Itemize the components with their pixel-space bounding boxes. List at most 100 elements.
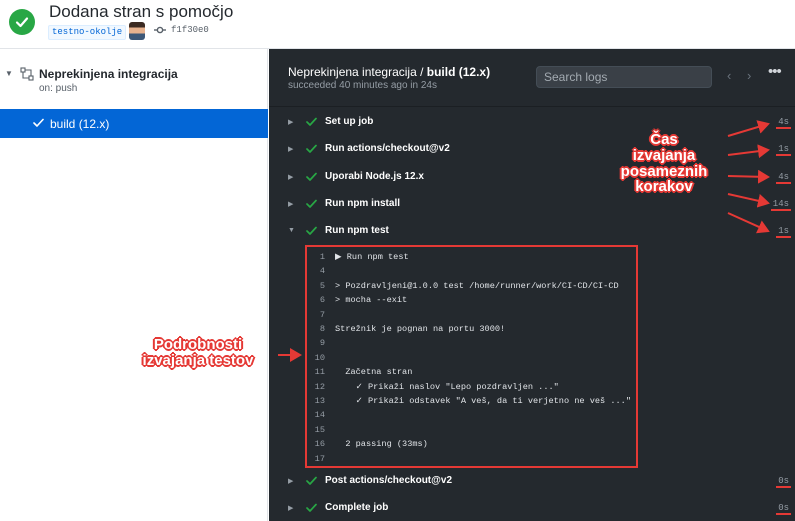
check-icon — [306, 503, 317, 512]
git-commit-icon — [154, 26, 166, 34]
annotation-line: korakov — [635, 178, 693, 196]
log-line: 13 ✓ Prikaži odstavek "A veš, da ti verj… — [307, 394, 636, 408]
job-log-panel: Neprekinjena integracija / build (12.x) … — [269, 49, 795, 521]
log-line: 16 2 passing (33ms) — [307, 437, 636, 451]
step-name: Uporabi Node.js 12.x — [325, 171, 424, 182]
commit-sha-link[interactable]: f1f30e0 — [171, 25, 209, 35]
step-name: Complete job — [325, 502, 389, 513]
log-text: Strežnik je pognan na portu 3000! — [335, 324, 506, 334]
search-logs-input[interactable] — [536, 66, 712, 88]
check-icon — [306, 226, 317, 235]
step-row[interactable]: ▼ Run npm test 1s — [269, 219, 795, 245]
line-number[interactable]: 12 — [307, 380, 325, 394]
annotation-line: izvajanja — [632, 146, 696, 164]
annotation-line: Podrobnosti — [153, 336, 243, 353]
check-icon — [306, 117, 317, 126]
log-line: 6 > mocha --exit — [307, 293, 636, 307]
log-line: 7 — [307, 308, 636, 322]
check-icon — [33, 118, 44, 127]
job-label: build (12.x) — [50, 117, 110, 131]
log-line: 17 — [307, 452, 636, 466]
chevron-down-icon[interactable]: ▼ — [5, 69, 13, 78]
line-number[interactable]: 16 — [307, 437, 325, 451]
chevron-left-icon[interactable]: ‹ — [727, 68, 731, 83]
step-duration: 0s — [776, 476, 791, 488]
step-name: Set up job — [325, 116, 374, 127]
log-line: 10 — [307, 351, 636, 365]
line-number[interactable]: 1 — [307, 250, 325, 264]
check-icon — [306, 476, 317, 485]
log-text: > Pozdravljeni@1.0.0 test /home/runner/w… — [335, 280, 619, 291]
log-line: 12 ✓ Prikaži naslov "Lepo pozdravljen ..… — [307, 380, 636, 394]
log-line: 4 — [307, 264, 636, 278]
step-name: Run npm install — [325, 198, 400, 209]
chevron-right-icon[interactable]: ▶ — [288, 145, 293, 153]
workflow-sidebar: ▼ Neprekinjena integracija on: push buil… — [0, 49, 268, 521]
line-number[interactable]: 14 — [307, 408, 325, 422]
chevron-right-icon[interactable]: ▶ — [288, 118, 293, 126]
workflow-trigger: on: push — [39, 83, 78, 94]
check-icon — [306, 144, 317, 153]
step-duration: 0s — [776, 503, 791, 515]
panel-header: Neprekinjena integracija / build (12.x) … — [269, 49, 795, 107]
run-title-prefix: Neprekinjena integracija / — [288, 65, 427, 79]
log-text: 2 passing (33ms) — [335, 439, 428, 450]
chevron-down-icon[interactable]: ▼ — [288, 227, 295, 234]
log-text: ✓ Prikaži naslov "Lepo pozdravljen ..." — [335, 381, 559, 392]
step-name: Run npm test — [325, 225, 389, 236]
sidebar-item-build-job[interactable]: build (12.x) — [0, 109, 268, 138]
avatar[interactable] — [129, 22, 145, 40]
run-title: Neprekinjena integracija / build (12.x) — [288, 65, 490, 79]
line-number[interactable]: 5 — [307, 279, 325, 293]
more-options-icon[interactable]: ••• — [768, 63, 782, 80]
log-text: ▶ Run npm test — [335, 252, 409, 262]
line-number[interactable]: 10 — [307, 351, 325, 365]
log-text: ✓ Prikaži odstavek "A veš, da ti verjetn… — [335, 396, 631, 406]
annotation-line: posameznih — [620, 162, 708, 180]
step-duration: 14s — [770, 199, 792, 211]
test-details-annotation: Podrobnosti izvajanja testov — [118, 337, 278, 369]
page-title: Dodana stran s pomočjo — [49, 2, 234, 21]
line-number[interactable]: 17 — [307, 452, 325, 466]
step-duration: 4s — [776, 172, 791, 184]
chevron-right-icon[interactable]: ▶ — [288, 173, 293, 181]
line-number[interactable]: 6 — [307, 293, 325, 307]
log-line: 15 — [307, 423, 636, 437]
run-header: Dodana stran s pomočjo testno-okolje f1f… — [0, 0, 795, 49]
step-name: Post actions/checkout@v2 — [325, 475, 453, 486]
log-line: 11 Začetna stran — [307, 365, 636, 379]
step-row[interactable]: ▶ Post actions/checkout@v2 0s — [269, 469, 795, 495]
line-number[interactable]: 13 — [307, 394, 325, 408]
environment-badge[interactable]: testno-okolje — [48, 25, 127, 40]
step-duration: 1s — [776, 144, 791, 156]
line-number[interactable]: 15 — [307, 423, 325, 437]
workflow-icon — [20, 67, 34, 81]
log-text: Začetna stran — [335, 367, 413, 378]
step-row[interactable]: ▶ Complete job 0s — [269, 496, 795, 521]
step-times-annotation: Čas izvajanja posameznih korakov — [606, 132, 722, 195]
line-number[interactable]: 4 — [307, 264, 325, 278]
log-line: 14 — [307, 408, 636, 422]
run-title-job: build (12.x) — [426, 65, 491, 79]
step-name: Run actions/checkout@v2 — [325, 143, 450, 154]
log-line: 9 — [307, 336, 636, 350]
line-number[interactable]: 8 — [307, 322, 325, 336]
line-number[interactable]: 7 — [307, 308, 325, 322]
line-number[interactable]: 11 — [307, 365, 325, 379]
check-circle-icon — [9, 9, 35, 35]
step-duration: 4s — [776, 117, 791, 129]
annotation-line: Čas — [650, 131, 678, 148]
line-number[interactable]: 9 — [307, 336, 325, 350]
step-row[interactable]: ▶ Run npm install 14s — [269, 192, 795, 218]
check-icon — [306, 199, 317, 208]
chevron-right-icon[interactable]: ▶ — [288, 504, 293, 512]
workflow-name[interactable]: Neprekinjena integracija — [39, 67, 178, 81]
log-text: > mocha --exit — [335, 295, 408, 306]
log-line: 1 ▶ Run npm test — [307, 250, 636, 264]
chevron-right-icon[interactable]: ▶ — [288, 477, 293, 485]
step-duration: 1s — [776, 226, 791, 238]
chevron-right-icon[interactable]: › — [747, 68, 751, 83]
log-line: 5 > Pozdravljeni@1.0.0 test /home/runner/… — [307, 279, 636, 293]
step-log-output: 1 ▶ Run npm test 4 5 > Pozdravljeni@1.0.0 te… — [305, 245, 638, 468]
chevron-right-icon[interactable]: ▶ — [288, 200, 293, 208]
